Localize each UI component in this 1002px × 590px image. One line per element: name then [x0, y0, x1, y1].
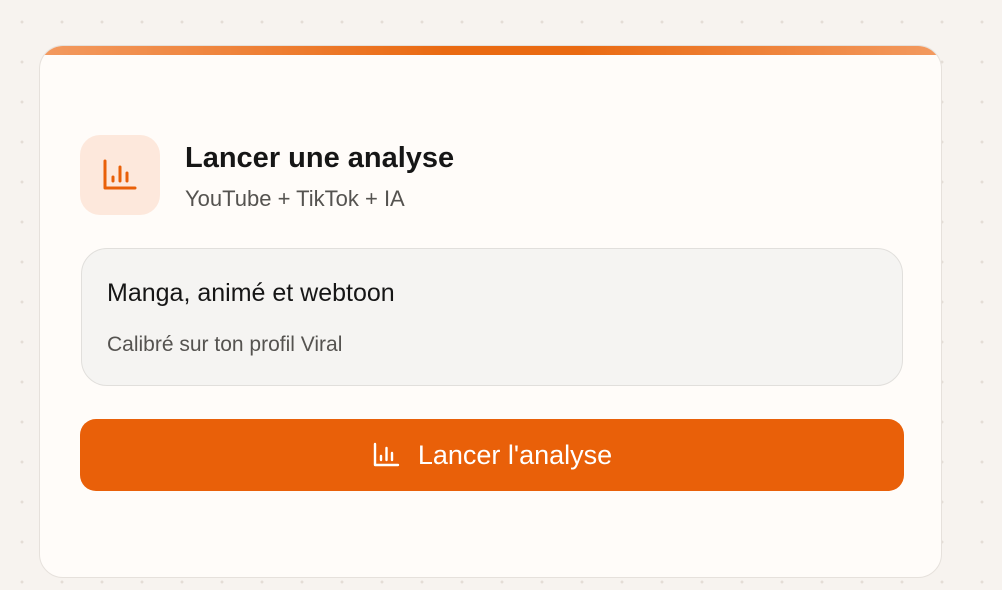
- launch-analysis-button[interactable]: Lancer l'analyse: [80, 419, 904, 491]
- card-accent-bar: [40, 46, 941, 55]
- bar-chart-icon: [80, 135, 160, 215]
- bar-chart-icon: [372, 442, 400, 468]
- card-title: Lancer une analyse: [185, 142, 455, 174]
- niche-option[interactable]: Manga, animé et webtoon Calibré sur ton …: [81, 248, 903, 386]
- launch-analysis-button-label: Lancer l'analyse: [417, 439, 613, 470]
- card-subtitle: YouTube + TikTok + IA: [185, 186, 405, 211]
- niche-option-subtitle: Calibré sur ton profil Viral: [107, 333, 343, 356]
- analysis-card: Lancer une analyse YouTube + TikTok + IA…: [39, 45, 942, 578]
- niche-option-title: Manga, animé et webtoon: [107, 279, 395, 307]
